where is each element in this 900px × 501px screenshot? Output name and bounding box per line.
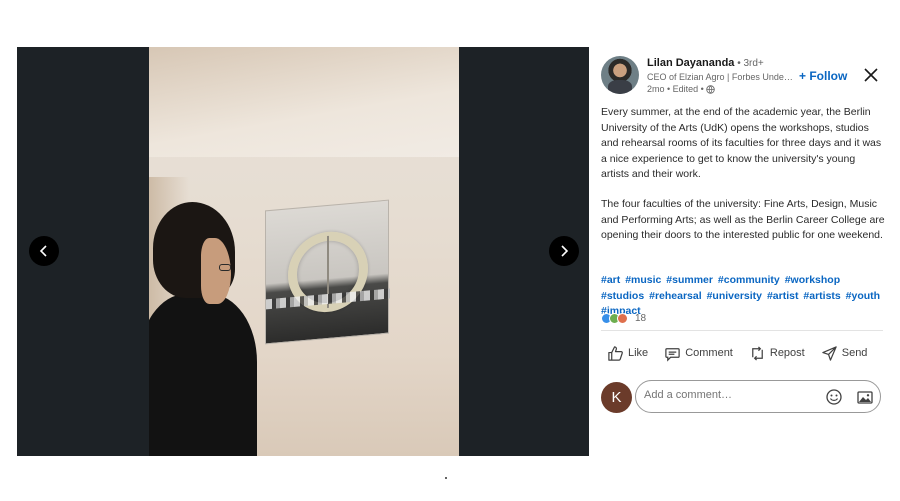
- post-sidebar: Lilan Dayananda • 3rd+ CEO of Elzian Agr…: [601, 47, 885, 456]
- repost-button[interactable]: Repost: [749, 345, 805, 362]
- hashtag-link[interactable]: #music: [625, 274, 661, 286]
- comment-button[interactable]: Comment: [664, 345, 733, 362]
- next-image-button[interactable]: [549, 236, 579, 266]
- repost-icon: [752, 345, 763, 361]
- media-viewer: [17, 47, 589, 456]
- comment-icon: [665, 347, 680, 362]
- chevron-right-icon: [561, 245, 569, 257]
- page-dot: [445, 477, 447, 479]
- social-actions: Like Comment Repost Send: [607, 343, 885, 363]
- comment-input[interactable]: [644, 389, 814, 401]
- comment-box[interactable]: [635, 380, 881, 413]
- post-modal: Lilan Dayananda • 3rd+ CEO of Elzian Agr…: [17, 47, 885, 456]
- avatar-suit: [608, 80, 632, 94]
- send-button[interactable]: Send: [821, 345, 868, 362]
- author-avatar[interactable]: [601, 56, 639, 94]
- author-name-line: Lilan Dayananda • 3rd+: [647, 57, 764, 69]
- chevron-left-icon: [39, 245, 47, 257]
- comment-label: Comment: [685, 347, 733, 359]
- post-header: Lilan Dayananda • 3rd+ CEO of Elzian Agr…: [601, 55, 885, 95]
- post-paragraph-1: Every summer, at the end of the academic…: [601, 106, 882, 181]
- person-body: [149, 294, 257, 456]
- post-paragraph-2: The four faculties of the university: Fi…: [601, 198, 885, 242]
- hashtag-link[interactable]: #studios: [601, 290, 644, 302]
- author-name[interactable]: Lilan Dayananda: [647, 57, 734, 69]
- hashtag-link[interactable]: #rehearsal: [649, 290, 702, 302]
- commenter-avatar: K: [601, 382, 632, 413]
- image-icon[interactable]: [856, 388, 874, 406]
- emoji-icon[interactable]: [825, 388, 843, 406]
- follow-label: Follow: [809, 69, 848, 83]
- hashtag-link[interactable]: #art: [601, 274, 620, 286]
- hashtag-link[interactable]: #artists: [803, 290, 840, 302]
- close-icon[interactable]: [863, 67, 879, 83]
- hashtag-link[interactable]: #summer: [666, 274, 713, 286]
- hashtag-link[interactable]: #youth: [846, 290, 880, 302]
- like-label: Like: [628, 347, 649, 359]
- person-glasses: [219, 264, 231, 271]
- author-headline: CEO of Elzian Agro | Forbes Under 30: [647, 72, 795, 82]
- previous-image-button[interactable]: [29, 236, 59, 266]
- reaction-icons: [601, 312, 628, 324]
- post-meta: 2mo • Edited •: [647, 84, 715, 94]
- hashtag-link[interactable]: #community: [718, 274, 780, 286]
- follow-button[interactable]: + Follow: [799, 69, 847, 83]
- reactions-summary[interactable]: 18: [601, 311, 646, 325]
- send-label: Send: [841, 347, 868, 359]
- post-time: 2mo • Edited •: [647, 84, 704, 94]
- post-photo: [149, 47, 459, 456]
- like-button[interactable]: Like: [607, 345, 648, 362]
- photo-painting: [265, 199, 390, 345]
- actions-divider: [601, 330, 883, 331]
- photo-ceiling: [149, 47, 459, 157]
- thumbs-up-icon: [608, 345, 623, 361]
- globe-icon: [706, 84, 715, 94]
- hashtag-link[interactable]: #workshop: [785, 274, 840, 286]
- reaction-count: 18: [635, 312, 647, 324]
- hashtag-link[interactable]: #university: [707, 290, 762, 302]
- send-icon: [822, 345, 837, 361]
- comment-composer: K: [601, 380, 885, 414]
- plus-icon: +: [799, 69, 810, 83]
- repost-label: Repost: [769, 347, 805, 359]
- connection-degree: • 3rd+: [734, 58, 764, 69]
- love-reaction-icon: [617, 312, 628, 324]
- hashtag-link[interactable]: #artist: [767, 290, 799, 302]
- photo-person: [149, 202, 269, 456]
